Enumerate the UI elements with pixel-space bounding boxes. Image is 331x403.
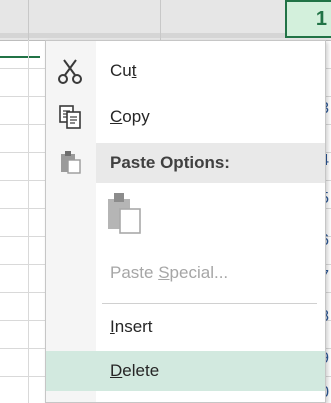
active-column-header[interactable]: 1 bbox=[285, 0, 331, 38]
menu-item-cut[interactable]: Cut bbox=[46, 51, 325, 91]
column-divider bbox=[160, 0, 161, 40]
menu-item-insert[interactable]: Insert bbox=[46, 307, 325, 347]
header-selection-strip bbox=[0, 33, 331, 38]
column-divider bbox=[28, 0, 29, 40]
menu-item-paste-special[interactable]: Paste Special... bbox=[46, 253, 325, 293]
menu-item-label: Insert bbox=[110, 317, 153, 336]
menu-icon-gutter bbox=[46, 41, 96, 402]
menu-item-label: Delete bbox=[110, 361, 160, 380]
paste-icon bbox=[58, 149, 84, 175]
menu-item-copy[interactable]: Copy bbox=[46, 97, 325, 137]
menu-item-label: Cut bbox=[110, 61, 137, 80]
paste-large-icon[interactable] bbox=[106, 191, 144, 235]
menu-separator bbox=[102, 303, 317, 304]
active-column-label: 1 bbox=[315, 8, 327, 30]
active-column-indicator bbox=[0, 56, 40, 58]
menu-item-label: Copy bbox=[110, 107, 150, 126]
menu-item-delete[interactable]: Delete bbox=[46, 351, 325, 391]
paste-options-label: Paste Options: bbox=[110, 153, 230, 172]
paste-options-header: Paste Options: bbox=[96, 143, 325, 183]
context-menu: Cut Copy Paste Options: Paste Special...… bbox=[45, 40, 326, 403]
menu-item-label: Paste Special... bbox=[110, 263, 229, 282]
copy-icon bbox=[56, 103, 84, 131]
column-header-row bbox=[0, 0, 331, 41]
scissors-icon bbox=[56, 57, 84, 85]
